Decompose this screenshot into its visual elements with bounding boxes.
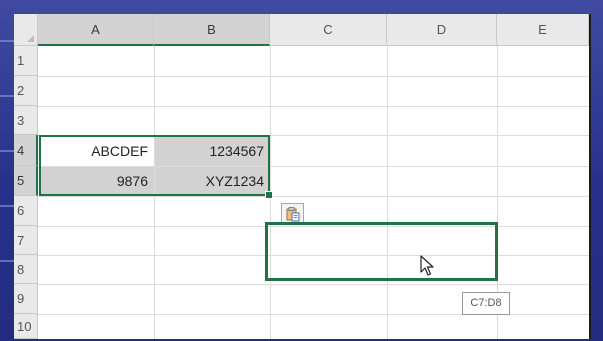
- cell-a5[interactable]: 9876: [39, 167, 154, 196]
- gridline: [38, 284, 589, 285]
- row-header-1[interactable]: 1: [14, 46, 38, 76]
- frame-stripe: [0, 95, 14, 97]
- row-header-9[interactable]: 9: [14, 284, 38, 314]
- gridline: [38, 106, 589, 107]
- row-header-10[interactable]: 10: [14, 314, 38, 339]
- gridline: [38, 76, 589, 77]
- paste-options-button[interactable]: [281, 203, 304, 224]
- frame-stripe: [0, 205, 14, 207]
- spreadsheet-grid[interactable]: A B C D E 1 2 3 4 5 6 7 8 9 10 ABCDEF 12…: [14, 14, 591, 339]
- frame-stripe: [0, 260, 14, 262]
- cell-a4[interactable]: ABCDEF: [39, 136, 154, 166]
- select-all-corner[interactable]: [14, 14, 38, 46]
- row-header-4[interactable]: 4: [14, 135, 38, 166]
- row-header-3[interactable]: 3: [14, 106, 38, 135]
- row-header-2[interactable]: 2: [14, 76, 38, 106]
- cell-b5[interactable]: XYZ1234: [155, 167, 270, 196]
- range-tooltip: C7:D8: [462, 292, 510, 315]
- fill-handle[interactable]: [265, 191, 273, 199]
- row-header-5[interactable]: 5: [14, 166, 38, 196]
- row-header-7[interactable]: 7: [14, 226, 38, 255]
- gridline: [38, 196, 589, 197]
- column-header-b[interactable]: B: [154, 14, 270, 46]
- gridline: [387, 46, 388, 339]
- row-header-8[interactable]: 8: [14, 255, 38, 284]
- row-header-6[interactable]: 6: [14, 196, 38, 226]
- column-header-c[interactable]: C: [270, 14, 387, 46]
- column-header-d[interactable]: D: [387, 14, 497, 46]
- frame-stripe: [0, 40, 14, 42]
- frame-stripe: [0, 150, 14, 152]
- column-header-a[interactable]: A: [38, 14, 154, 46]
- destination-range-box[interactable]: [265, 222, 498, 281]
- clipboard-icon: [286, 207, 299, 222]
- cell-b4[interactable]: 1234567: [155, 136, 270, 166]
- column-header-e[interactable]: E: [497, 14, 589, 46]
- mouse-cursor-icon: [420, 255, 434, 276]
